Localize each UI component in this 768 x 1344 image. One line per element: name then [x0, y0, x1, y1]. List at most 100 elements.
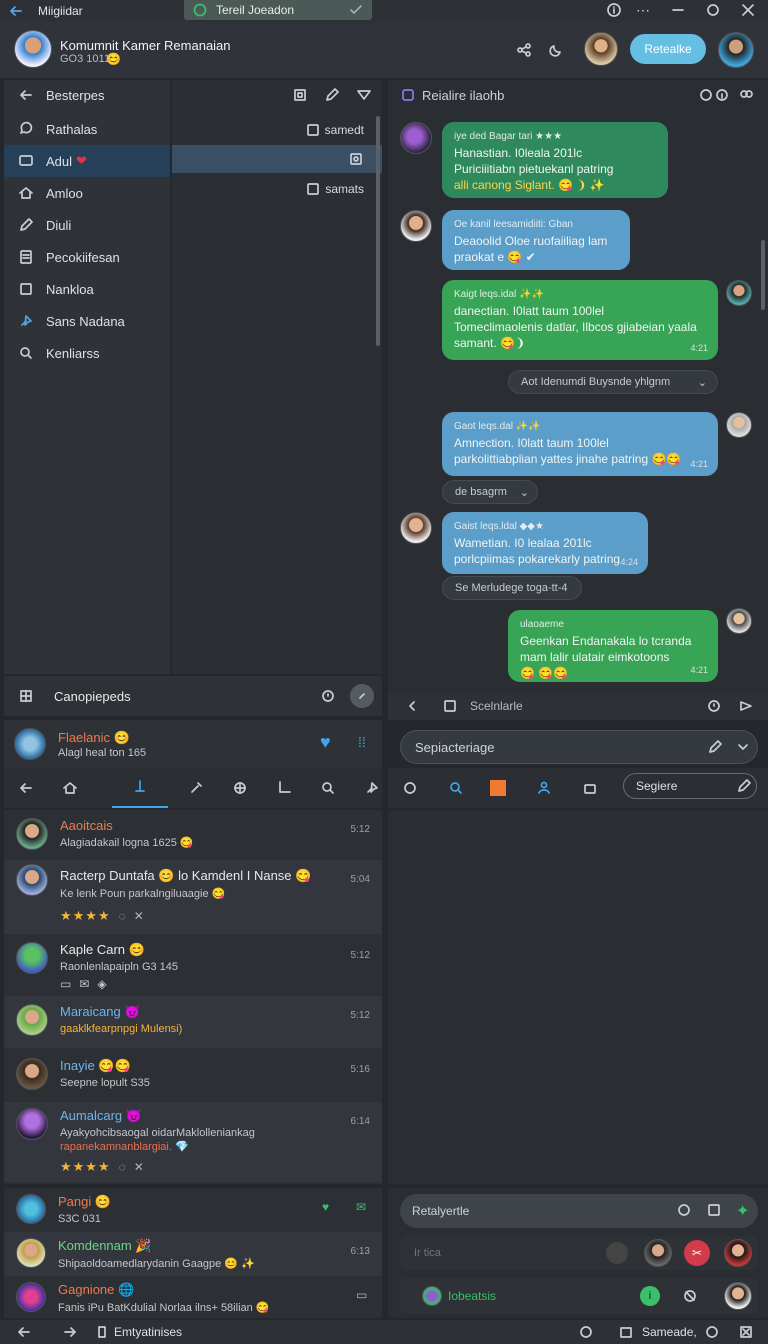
clock-icon[interactable] — [706, 698, 722, 714]
profile-row[interactable]: Flaelanic 😊 Alagl heal ton 165 ♥ ⁞⁞ — [4, 720, 382, 768]
list-item[interactable]: Pangi 😊 S3C 031 ♥ ✉ — [4, 1188, 382, 1232]
avatar[interactable] — [644, 1239, 672, 1267]
list-item[interactable]: Racterp Duntafa 😊 lo Kamdenl I Nanse 😋 K… — [4, 860, 382, 934]
close-icon[interactable]: ✕ — [134, 909, 144, 923]
search-icon[interactable] — [448, 780, 464, 796]
pen-icon[interactable] — [324, 87, 340, 103]
close-icon[interactable]: ✕ — [134, 1160, 144, 1174]
compass-icon[interactable] — [578, 1324, 594, 1340]
message-bubble[interactable]: Kaigt leqs.idal ✨✨ danectian. I0latt tau… — [442, 280, 718, 360]
avatar[interactable] — [726, 412, 752, 438]
message-bubble[interactable]: Oe kanil leesamidiiti: Gban Deaoolid Olo… — [442, 210, 630, 270]
message-bubble[interactable]: ulaoaeme Geenkan Endanakala lo tcranda m… — [508, 610, 718, 682]
mail-icon[interactable]: ✉ — [356, 1200, 366, 1214]
back-arrow-icon[interactable] — [16, 1324, 32, 1340]
orange-square-icon[interactable] — [490, 780, 506, 796]
comment-icon[interactable]: ◌ — [119, 909, 126, 923]
sidebar-back[interactable]: Besterpes — [4, 80, 170, 110]
maximize-icon[interactable] — [705, 2, 721, 18]
sidebar-item-sans-nadana[interactable]: Sans Nadana — [4, 305, 170, 337]
settings-icon[interactable] — [704, 1324, 720, 1340]
back-arrow-icon[interactable] — [18, 780, 34, 796]
people-icon[interactable] — [738, 87, 754, 103]
info-icon[interactable]: i — [640, 1286, 660, 1306]
clock-icon[interactable] — [676, 1202, 692, 1218]
pen-icon[interactable] — [707, 739, 723, 755]
avatar[interactable] — [724, 1282, 752, 1310]
moon-icon[interactable] — [548, 42, 564, 58]
sidebar-item-rathalas[interactable]: Rathalas — [4, 113, 170, 145]
list-item[interactable]: Aaoitcais Alagiadakail logna 1625 😋 5:12 — [4, 810, 382, 858]
pin-icon[interactable] — [364, 780, 380, 796]
expand-icon[interactable] — [350, 684, 374, 708]
message-bubble[interactable]: iye ded Bagar tari ★★★ Hanastian. I0leal… — [442, 122, 668, 198]
person-icon[interactable] — [536, 780, 552, 796]
crop-icon[interactable] — [276, 780, 292, 796]
search-input[interactable]: Segiere — [623, 773, 757, 799]
pen-icon[interactable] — [736, 778, 752, 794]
tool-icon[interactable]: ✂ — [684, 1240, 710, 1266]
tab-active[interactable]: Tereil Joeadon — [184, 0, 372, 20]
profile-avatar[interactable] — [718, 32, 754, 68]
clock-icon[interactable] — [402, 780, 418, 796]
home-icon[interactable] — [62, 780, 78, 796]
list-item[interactable]: Aumalcarg 😈 Ayakyohcibsaogal oidarMaklol… — [4, 1102, 382, 1182]
calendar-icon[interactable] — [618, 1324, 634, 1340]
sidebar-item-diuli[interactable]: Diuli — [4, 209, 170, 241]
settings-icon[interactable] — [698, 87, 714, 103]
sidebar-item-amloo[interactable]: Amloo — [4, 177, 170, 209]
info-icon[interactable] — [714, 87, 730, 103]
forward-arrow-icon[interactable] — [62, 1324, 78, 1340]
scrollbar[interactable] — [376, 116, 380, 346]
avatar[interactable] — [400, 122, 432, 154]
system-note[interactable]: Se Merludege toga-tt-4 — [442, 576, 582, 600]
back-arrow-icon[interactable] — [8, 3, 24, 19]
composer-input[interactable]: Retalyertle ✦ — [400, 1194, 758, 1228]
folder-icon[interactable]: ▭ — [356, 1288, 367, 1302]
heart-icon[interactable]: ♥ — [320, 732, 331, 753]
more-icon[interactable]: ⋯ — [636, 2, 650, 19]
avatar[interactable] — [400, 512, 432, 544]
mail-icon[interactable]: ✉ — [79, 977, 89, 991]
list-item[interactable]: Komdennam 🎉 Shipaoldoamedlarydanin Gaagp… — [4, 1232, 382, 1276]
close-box-icon[interactable] — [738, 1324, 754, 1340]
sparkle-icon[interactable]: ✦ — [736, 1201, 749, 1221]
mid-item[interactable]: samedt — [172, 116, 382, 144]
grid-dots-icon[interactable]: ⁞⁞ — [358, 734, 366, 750]
shield-icon[interactable]: ◈ — [97, 977, 106, 991]
sidebar-item-kenliarss[interactable]: Kenliarss — [4, 337, 170, 369]
list-item[interactable]: Kaple Carn 😊 Raonlenlapaipln G3 145 ▭ ✉ ◈ … — [4, 936, 382, 994]
search-field[interactable]: Sepiacteriage — [400, 730, 758, 764]
avatar[interactable] — [400, 210, 432, 242]
scrollbar[interactable] — [761, 240, 765, 310]
share-icon[interactable] — [516, 42, 532, 58]
send-icon[interactable] — [738, 698, 754, 714]
file-icon[interactable] — [706, 1202, 722, 1218]
briefcase-icon[interactable] — [582, 780, 598, 796]
list-item[interactable]: Gagnione 🌐 Fanis iPu BatKdulial Norlaa i… — [4, 1276, 382, 1318]
chevron-down-icon[interactable] — [735, 739, 751, 755]
file-icon[interactable] — [442, 698, 458, 714]
sidebar-item-nankloa[interactable]: Nankloa — [4, 273, 170, 305]
message-input[interactable]: Ir tica ✂ — [400, 1236, 758, 1270]
system-note[interactable]: Aot Idenumdi Buysnde yhlgnm ⌄ — [508, 370, 718, 394]
avatar[interactable] — [726, 608, 752, 634]
comment-icon[interactable]: ◌ — [119, 1160, 126, 1174]
clock-icon[interactable] — [320, 688, 336, 704]
tool-icon[interactable] — [188, 780, 204, 796]
grid-icon[interactable] — [18, 688, 34, 704]
avatar[interactable] — [14, 30, 52, 68]
action-pill-button[interactable]: Retealke — [630, 34, 706, 64]
circle-icon[interactable] — [606, 1242, 628, 1264]
system-note[interactable]: de bsagrm ⌄ — [442, 480, 538, 504]
filter-icon[interactable] — [356, 87, 372, 103]
sidebar-item-pecokiifesan[interactable]: Pecokiifesan — [4, 241, 170, 273]
avatar[interactable] — [724, 1239, 752, 1267]
tab-active-icon[interactable] — [112, 768, 168, 808]
search-icon[interactable] — [320, 780, 336, 796]
globe-icon[interactable] — [232, 780, 248, 796]
tag-icon[interactable]: ▭ — [60, 977, 71, 991]
avatar[interactable] — [726, 280, 752, 306]
mid-item[interactable]: samats — [172, 175, 382, 203]
list-item[interactable]: Maraicang 😈 gaaklkfearpnpgi Mulensi) 5:1… — [4, 996, 382, 1048]
